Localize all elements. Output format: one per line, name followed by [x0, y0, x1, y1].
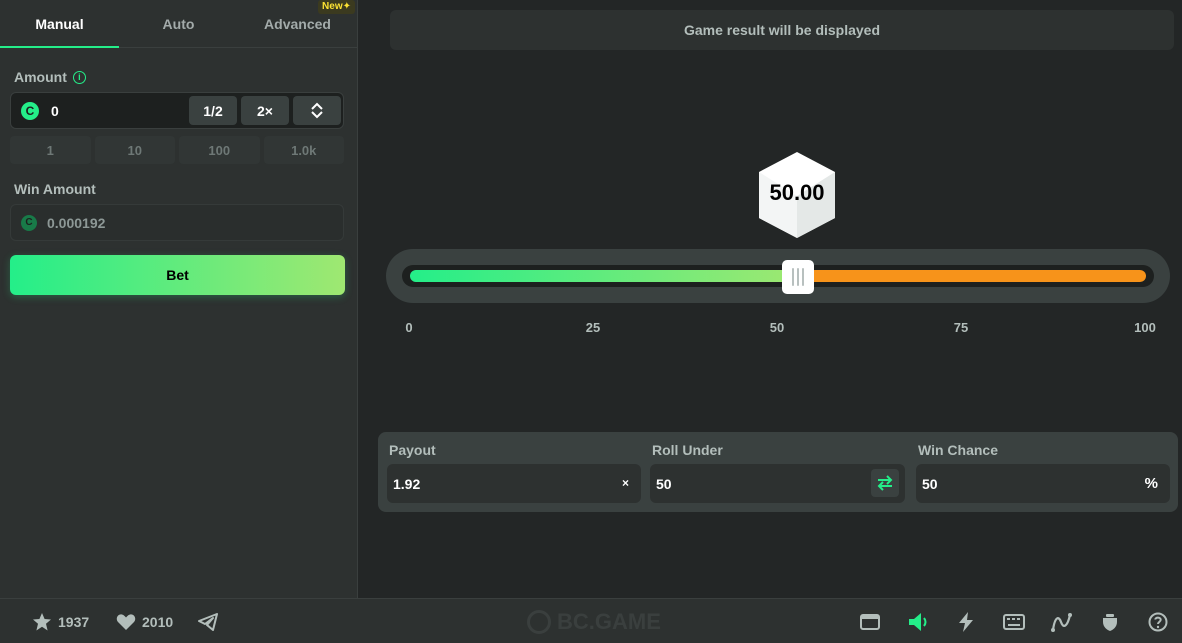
tick-label: 0 — [405, 320, 413, 335]
footer-bar: 1937 2010 BC.GAME — [0, 598, 1182, 643]
theater-mode-button[interactable] — [859, 611, 881, 633]
dice: 50.00 — [757, 150, 837, 240]
quick-amount-100[interactable]: 100 — [179, 136, 260, 164]
tab-advanced[interactable]: Advanced New✦ — [238, 0, 357, 47]
heart-icon — [116, 613, 136, 630]
brand-logo: BC.GAME — [527, 609, 661, 635]
stats-button[interactable] — [1051, 611, 1073, 633]
coin-icon: C — [21, 214, 37, 231]
amount-stepper[interactable] — [293, 96, 341, 125]
slider-lose-range — [800, 270, 1146, 282]
win-amount-value: 0.000192 — [47, 214, 106, 231]
share-button[interactable] — [197, 611, 219, 633]
amount-label: Amount — [14, 69, 67, 85]
half-button[interactable]: 1/2 — [189, 96, 237, 125]
payout-group: Payout 1.92 × — [387, 432, 641, 512]
amount-input[interactable] — [51, 102, 171, 119]
card-icon — [860, 614, 880, 630]
tab-advanced-label: Advanced — [264, 16, 331, 32]
quick-amounts: 1 10 100 1.0k — [10, 136, 344, 164]
fairness-icon — [1103, 614, 1117, 631]
bet-button[interactable]: Bet — [10, 255, 345, 295]
lightning-icon — [959, 612, 973, 632]
win-chance-group: Win Chance 50 % — [916, 432, 1170, 512]
chart-icon — [1051, 613, 1072, 632]
help-button[interactable] — [1147, 611, 1169, 633]
mode-tabs: Manual Auto Advanced New✦ — [0, 0, 357, 48]
roll-under-group: Roll Under 50 — [650, 432, 905, 512]
sound-icon — [909, 613, 927, 631]
quick-amount-1[interactable]: 1 — [10, 136, 91, 164]
favorite-button[interactable]: 1937 — [32, 599, 89, 643]
win-chance-field[interactable]: 50 % — [916, 464, 1170, 503]
tab-manual[interactable]: Manual — [0, 0, 119, 48]
help-icon — [1148, 612, 1168, 632]
roll-under-value: 50 — [656, 475, 672, 492]
quick-amount-1k[interactable]: 1.0k — [263, 136, 344, 164]
tick-label: 75 — [953, 320, 969, 335]
roll-slider[interactable] — [386, 249, 1170, 303]
grip-line — [802, 268, 804, 286]
new-badge-label: New — [322, 1, 343, 12]
favorite-count: 1937 — [58, 613, 90, 630]
amount-label-row: Amount i — [14, 69, 86, 85]
slider-track — [402, 260, 1154, 294]
swap-roll-button[interactable] — [871, 469, 899, 497]
brand-mark-icon — [527, 610, 551, 634]
keyboard-button[interactable] — [1003, 611, 1025, 633]
chevron-up-icon[interactable] — [311, 102, 323, 110]
hotkeys-button[interactable] — [955, 611, 977, 633]
swap-icon[interactable] — [876, 475, 894, 491]
multiplier-icon: × — [621, 476, 629, 490]
chevron-down-icon[interactable] — [311, 111, 323, 119]
brand-name: BC.GAME — [557, 609, 661, 634]
win-chance-label: Win Chance — [918, 442, 998, 458]
payout-label: Payout — [389, 442, 436, 458]
quick-amount-10[interactable]: 10 — [94, 136, 175, 164]
roll-under-label: Roll Under — [652, 442, 723, 458]
sound-button[interactable] — [907, 611, 929, 633]
fairness-button[interactable] — [1099, 611, 1121, 633]
telegram-icon — [198, 613, 218, 631]
star-icon — [33, 612, 51, 630]
slider-ticks: 0 25 50 75 100 — [386, 320, 1170, 336]
game-result-banner: Game result will be displayed — [390, 10, 1174, 50]
tab-auto[interactable]: Auto — [119, 0, 238, 47]
info-icon[interactable]: i — [72, 70, 86, 84]
tick-label: 100 — [1134, 320, 1156, 335]
tick-label: 50 — [769, 320, 785, 335]
new-badge: New✦ — [318, 0, 355, 14]
grip-line — [797, 268, 799, 286]
double-button[interactable]: 2× — [241, 96, 289, 125]
win-amount-label: Win Amount — [14, 181, 96, 197]
like-button[interactable]: 2010 — [116, 599, 173, 643]
bet-stats: Payout 1.92 × Roll Under 50 Win Chance 5… — [378, 432, 1178, 512]
slider-handle[interactable] — [782, 260, 814, 294]
win-chance-value: 50 — [922, 475, 938, 492]
payout-field[interactable]: 1.92 × — [387, 464, 641, 503]
roll-under-field[interactable]: 50 — [650, 464, 905, 503]
win-amount-field: C 0.000192 — [10, 204, 344, 241]
dice-value: 50.00 — [769, 180, 825, 205]
grip-line — [792, 268, 794, 286]
like-count: 2010 — [142, 613, 174, 630]
keyboard-icon — [1003, 614, 1025, 630]
amount-field: C 1/2 2× — [10, 92, 344, 129]
slider-win-range — [410, 270, 800, 282]
payout-value: 1.92 — [393, 475, 421, 492]
coin-icon: C — [21, 101, 39, 120]
bet-panel: Manual Auto Advanced New✦ Amount i C 1/2… — [0, 0, 358, 598]
percent-icon: % — [1144, 475, 1158, 492]
tick-label: 25 — [585, 320, 601, 335]
sparkle-icon: ✦ — [342, 1, 351, 12]
